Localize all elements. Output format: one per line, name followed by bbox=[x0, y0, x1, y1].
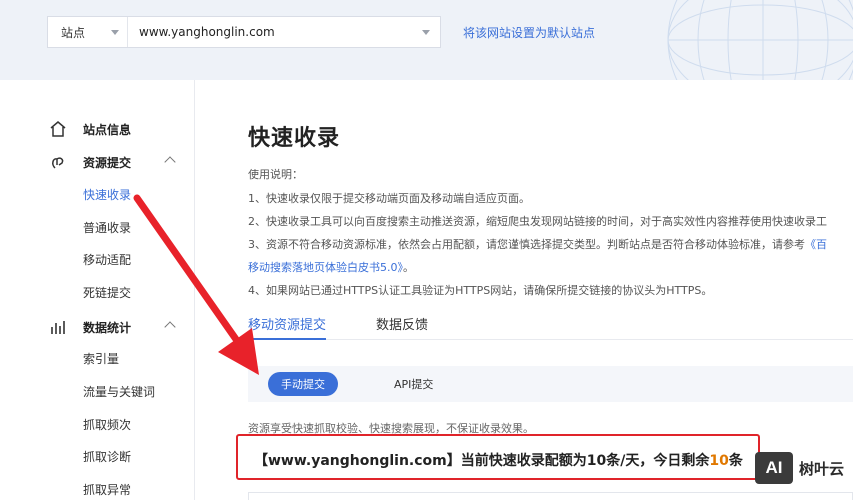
tab-bar: 移动资源提交 数据反馈 bbox=[248, 312, 853, 340]
quota-suffix: 条 bbox=[728, 453, 743, 469]
sidebar: 站点信息 资源提交 快速收录 普通收录 移动适配 死链提交 数据统计 索引量 流… bbox=[0, 80, 195, 500]
resource-submit-icon bbox=[52, 157, 64, 169]
sidebar-item-label: 抓取异常 bbox=[83, 482, 132, 497]
chevron-down-icon bbox=[422, 30, 430, 35]
site-selector[interactable]: 站点 www.yanghonglin.com bbox=[47, 16, 441, 48]
page-title: 快速收录 bbox=[248, 126, 341, 151]
globe-decoration-icon bbox=[667, 0, 853, 80]
quota-highlight-box: 【www.yanghonglin.com】当前快速收录配额为10条/天，今日剩余… bbox=[236, 434, 760, 480]
site-type-dropdown[interactable]: 站点 bbox=[48, 17, 128, 47]
chevron-up-icon[interactable] bbox=[164, 156, 176, 168]
whitepaper-link[interactable]: 移动搜索落地页体验白皮书5.0》 bbox=[248, 261, 403, 274]
sidebar-item-dead-link[interactable]: 死链提交 bbox=[0, 280, 195, 304]
instruction-line: 3、资源不符合移动资源标准，依然会占用配额，请您谨慎选择提交类型。判断站点是否符… bbox=[248, 236, 827, 252]
active-tab-indicator bbox=[248, 338, 326, 340]
sidebar-item-label: 普通收录 bbox=[83, 220, 132, 235]
sidebar-item-data-stats[interactable]: 数据统计 bbox=[0, 315, 195, 339]
quota-number: 10 bbox=[586, 453, 607, 469]
instruction-line: 2、快速收录工具可以向百度搜索主动推送资源，缩短爬虫发现网站链接的时间，对于高实… bbox=[248, 215, 827, 228]
quota-middle: 条/天，今日剩余 bbox=[606, 453, 710, 469]
home-icon bbox=[50, 121, 66, 137]
submit-method-bar: 手动提交 API提交 bbox=[248, 366, 853, 402]
tab-mobile-resource-submit[interactable]: 移动资源提交 bbox=[248, 314, 326, 333]
site-url-dropdown[interactable]: www.yanghonglin.com bbox=[128, 17, 440, 47]
submit-area-edge bbox=[248, 492, 853, 500]
sidebar-item-crawl-diagnosis[interactable]: 抓取诊断 bbox=[0, 444, 195, 468]
instruction-line: 1、快速收录仅限于提交移动端页面及移动端自适应页面。 bbox=[248, 192, 530, 205]
sidebar-item-index-volume[interactable]: 索引量 bbox=[0, 346, 195, 370]
site-url-value: www.yanghonglin.com bbox=[139, 25, 275, 39]
sidebar-item-label: 资源提交 bbox=[83, 155, 132, 170]
site-type-label: 站点 bbox=[61, 25, 86, 40]
main-content: 快速收录 使用说明： 1、快速收录仅限于提交移动端页面及移动端自适应页面。 2、… bbox=[236, 80, 853, 500]
instruction-text: 。 bbox=[403, 261, 414, 274]
api-submit-tab[interactable]: API提交 bbox=[394, 376, 433, 392]
manual-submit-tab[interactable]: 手动提交 bbox=[268, 372, 338, 396]
tab-data-feedback[interactable]: 数据反馈 bbox=[376, 314, 428, 333]
set-default-site-link[interactable]: 将该网站设置为默认站点 bbox=[463, 24, 595, 41]
quota-prefix: 【www.yanghonglin.com】当前快速收录配额为 bbox=[254, 453, 587, 469]
sidebar-item-mobile-adapt[interactable]: 移动适配 bbox=[0, 247, 195, 271]
remaining-number: 10 bbox=[709, 453, 729, 469]
sidebar-item-site-info[interactable]: 站点信息 bbox=[0, 117, 195, 141]
sidebar-item-label: 抓取诊断 bbox=[83, 449, 132, 464]
instruction-line: 移动搜索落地页体验白皮书5.0》。 bbox=[248, 259, 414, 275]
sidebar-item-traffic-keywords[interactable]: 流量与关键词 bbox=[0, 379, 195, 403]
chevron-up-icon[interactable] bbox=[164, 321, 176, 333]
sidebar-item-resource-submit[interactable]: 资源提交 bbox=[0, 150, 195, 174]
sidebar-item-label: 快速收录 bbox=[83, 187, 132, 202]
sidebar-item-label: 流量与关键词 bbox=[83, 384, 156, 399]
watermark-text: 树叶云 bbox=[799, 459, 845, 478]
watermark-logo: AI bbox=[755, 452, 793, 484]
sidebar-item-label: 站点信息 bbox=[83, 122, 132, 137]
watermark: AI 树叶云 bbox=[755, 452, 844, 484]
sidebar-item-fast-index[interactable]: 快速收录 bbox=[0, 182, 195, 206]
sidebar-item-label: 移动适配 bbox=[83, 252, 132, 267]
instruction-line: 4、如果网站已通过HTTPS认证工具验证为HTTPS网站，请确保所提交链接的协议… bbox=[248, 284, 713, 297]
sidebar-item-label: 抓取频次 bbox=[83, 417, 132, 432]
sidebar-item-crawl-errors[interactable]: 抓取异常 bbox=[0, 477, 195, 500]
bar-chart-icon bbox=[51, 321, 65, 334]
sidebar-item-normal-index[interactable]: 普通收录 bbox=[0, 215, 195, 239]
sidebar-item-label: 死链提交 bbox=[83, 285, 132, 300]
chevron-down-icon bbox=[111, 30, 119, 35]
whitepaper-link[interactable]: 《百 bbox=[805, 238, 827, 251]
instructions-heading: 使用说明： bbox=[248, 168, 303, 181]
sidebar-item-crawl-frequency[interactable]: 抓取频次 bbox=[0, 412, 195, 436]
quota-text: 【www.yanghonglin.com】当前快速收录配额为10条/天，今日剩余… bbox=[254, 450, 743, 470]
sidebar-item-label: 索引量 bbox=[83, 351, 120, 366]
instruction-text: 3、资源不符合移动资源标准，依然会占用配额，请您谨慎选择提交类型。判断站点是否符… bbox=[248, 238, 805, 251]
sidebar-item-label: 数据统计 bbox=[83, 320, 132, 335]
top-bar: 站点 www.yanghonglin.com 将该网站设置为默认站点 bbox=[0, 0, 853, 80]
